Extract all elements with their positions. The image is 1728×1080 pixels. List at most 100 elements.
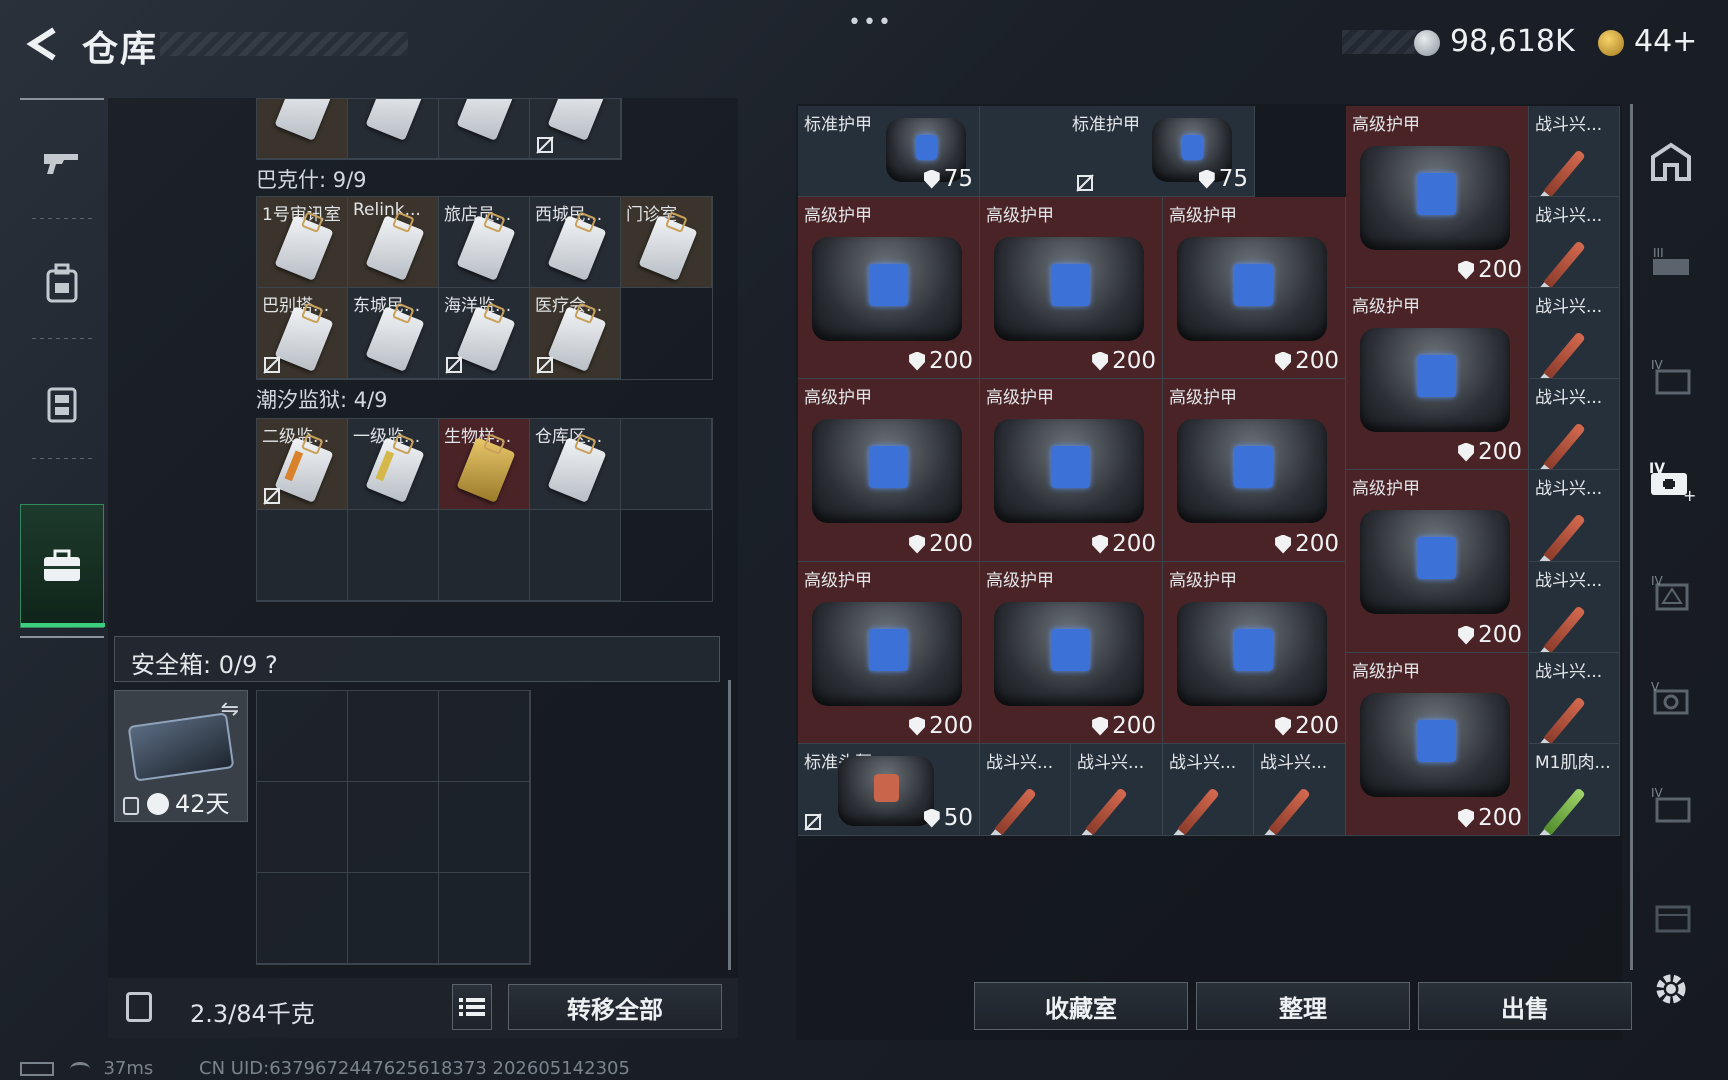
stash-item-combat-stim[interactable]: 战斗兴... bbox=[1529, 470, 1620, 562]
stash-page-4b-icon[interactable]: IV bbox=[1646, 566, 1696, 616]
keycard-slot[interactable] bbox=[439, 99, 530, 159]
stash-item-advanced-armor[interactable]: 高级护甲 200 bbox=[1346, 653, 1529, 836]
settings-gear-icon[interactable] bbox=[1646, 964, 1696, 1014]
stash-item-combat-stim[interactable]: 战斗兴... bbox=[1529, 197, 1620, 288]
stash-item-advanced-armor[interactable]: 高级护甲 200 bbox=[1346, 470, 1529, 653]
list-view-button[interactable] bbox=[452, 984, 492, 1030]
stash-item-advanced-armor[interactable]: 高级护甲 200 bbox=[1346, 106, 1529, 288]
stash-item-combat-stim[interactable]: 战斗兴... bbox=[1254, 744, 1346, 836]
stash-page-6-icon[interactable] bbox=[1646, 888, 1696, 938]
empty-slot[interactable] bbox=[439, 873, 530, 964]
stash-item-combat-stim[interactable]: 战斗兴... bbox=[1529, 562, 1620, 653]
stash-page-4-icon[interactable]: IV bbox=[1646, 350, 1696, 400]
currency-stripe bbox=[1342, 30, 1422, 54]
sort-button[interactable]: 整理 bbox=[1196, 982, 1410, 1030]
more-menu-icon[interactable]: ••• bbox=[848, 10, 893, 35]
stash-item-advanced-armor[interactable]: 高级护甲 200 bbox=[1346, 288, 1529, 470]
top-partial-grid bbox=[256, 98, 622, 160]
keycard-slot[interactable]: 二级监... bbox=[257, 419, 348, 510]
weight-readout: 2.3/84千克 bbox=[190, 1000, 315, 1028]
stash-item-advanced-armor[interactable]: 高级护甲 200 bbox=[980, 379, 1163, 562]
swap-icon[interactable]: ⇋ bbox=[221, 697, 239, 722]
transfer-all-button[interactable]: 转移全部 bbox=[508, 984, 722, 1030]
stash-item-standard-armor[interactable]: 标准护甲 75 bbox=[980, 106, 1255, 197]
empty-slot[interactable] bbox=[530, 510, 621, 601]
stash-item-standard-armor[interactable]: 标准护甲 75 bbox=[798, 106, 980, 197]
keycard-slot[interactable]: 仓库区... bbox=[530, 419, 621, 510]
sell-button[interactable]: 出售 bbox=[1418, 982, 1632, 1030]
stash-item-combat-stim[interactable]: 战斗兴... bbox=[1529, 653, 1620, 744]
empty-slot[interactable] bbox=[439, 782, 530, 873]
stash-item-advanced-armor[interactable]: 高级护甲 200 bbox=[798, 197, 980, 379]
empty-slot[interactable] bbox=[348, 782, 439, 873]
stash-item-combat-stim[interactable]: 战斗兴... bbox=[1163, 744, 1254, 836]
keycard-slot[interactable]: 门诊室 bbox=[621, 197, 712, 288]
keycard-slot[interactable] bbox=[348, 99, 439, 159]
empty-slot[interactable] bbox=[439, 691, 530, 782]
empty-slot[interactable] bbox=[348, 873, 439, 964]
stash-item-advanced-armor[interactable]: 高级护甲 200 bbox=[1163, 197, 1346, 379]
weight-lock-icon bbox=[126, 992, 152, 1022]
keycard-slot[interactable] bbox=[257, 99, 348, 159]
stash-item-standard-helmet[interactable]: 标准头盔 50 bbox=[798, 744, 980, 836]
toolbox-icon bbox=[44, 549, 80, 581]
keycard-slot[interactable]: 旅店员... bbox=[439, 197, 530, 288]
durability-icon bbox=[1275, 534, 1292, 554]
uid-readout: CN UID:6379672447625618373 202605142305 bbox=[199, 1058, 630, 1079]
tab-vest[interactable] bbox=[20, 348, 104, 458]
empty-slot[interactable] bbox=[348, 510, 439, 601]
stash-item-combat-stim[interactable]: 战斗兴... bbox=[980, 744, 1071, 836]
stash-page-5-icon[interactable]: V bbox=[1646, 672, 1696, 722]
status-bar: 37ms CN UID:6379672447625618373 20260514… bbox=[20, 1058, 630, 1079]
empty-slot[interactable] bbox=[348, 691, 439, 782]
stash-item-advanced-armor[interactable]: 高级护甲 200 bbox=[980, 197, 1163, 379]
empty-slot[interactable] bbox=[257, 782, 348, 873]
silver-coin-icon bbox=[1414, 30, 1440, 56]
stash-page-rail: III IV IV + IV V IV bbox=[1640, 104, 1702, 1004]
stash-item-combat-stim[interactable]: 战斗兴... bbox=[1529, 288, 1620, 379]
armor-icon bbox=[1177, 419, 1327, 523]
stash-page-4-active-icon[interactable]: IV + bbox=[1646, 456, 1696, 506]
tab-backpack[interactable] bbox=[20, 228, 104, 338]
keycard-slot[interactable]: 海洋监... bbox=[439, 288, 530, 379]
empty-slot[interactable] bbox=[257, 873, 348, 964]
stash-item-combat-stim[interactable]: 战斗兴... bbox=[1071, 744, 1163, 836]
safe-box-item[interactable]: ⇋ 42天 bbox=[114, 690, 248, 822]
empty-slot[interactable] bbox=[257, 691, 348, 782]
stash-page-home-icon[interactable] bbox=[1646, 136, 1696, 186]
stash-scrollbar[interactable] bbox=[1630, 104, 1633, 970]
keycard-slot[interactable]: 1号审讯室 bbox=[257, 197, 348, 288]
back-arrow-icon[interactable] bbox=[22, 24, 62, 64]
stash-item-advanced-armor[interactable]: 高级护甲 200 bbox=[1163, 562, 1346, 744]
keycard-slot[interactable]: 巴别塔... bbox=[257, 288, 348, 379]
help-icon[interactable]: ? bbox=[265, 651, 278, 679]
tab-toolbox[interactable] bbox=[20, 504, 105, 628]
stash-item-advanced-armor[interactable]: 高级护甲 200 bbox=[798, 379, 980, 562]
empty-slot[interactable] bbox=[621, 419, 712, 510]
no-trade-icon bbox=[445, 356, 463, 374]
keycard-slot[interactable]: 西城民... bbox=[530, 197, 621, 288]
collection-room-button[interactable]: 收藏室 bbox=[974, 982, 1188, 1030]
keycard-slot[interactable]: 一级监... bbox=[348, 419, 439, 510]
stash-item-combat-stim[interactable]: 战斗兴... bbox=[1529, 106, 1620, 197]
no-trade-icon bbox=[536, 136, 554, 154]
stash-page-3-icon[interactable]: III bbox=[1646, 240, 1696, 290]
armor-icon bbox=[994, 602, 1144, 706]
keycard-slot[interactable]: 生物样... bbox=[439, 419, 530, 510]
keycard-slot[interactable]: 东城民... bbox=[348, 288, 439, 379]
left-scrollbar[interactable] bbox=[728, 680, 731, 970]
empty-slot[interactable] bbox=[439, 510, 530, 601]
stash-item-m1-muscle-stim[interactable]: M1肌肉... bbox=[1529, 744, 1620, 836]
empty-slot[interactable] bbox=[257, 510, 348, 601]
stash-item-combat-stim[interactable]: 战斗兴... bbox=[1529, 379, 1620, 470]
keycard-slot[interactable]: 医疗会... bbox=[530, 288, 621, 379]
stash-item-advanced-armor[interactable]: 高级护甲 200 bbox=[798, 562, 980, 744]
keycard-slot[interactable] bbox=[530, 99, 621, 159]
keycard-slot[interactable]: Relink... bbox=[348, 197, 439, 288]
wifi-icon bbox=[69, 1062, 90, 1076]
stash-item-advanced-armor[interactable]: 高级护甲 200 bbox=[1163, 379, 1346, 562]
stash-page-4c-icon[interactable]: IV bbox=[1646, 778, 1696, 828]
tab-weapons[interactable] bbox=[20, 108, 104, 218]
syringe-icon bbox=[1542, 331, 1586, 378]
stash-item-advanced-armor[interactable]: 高级护甲 200 bbox=[980, 562, 1163, 744]
